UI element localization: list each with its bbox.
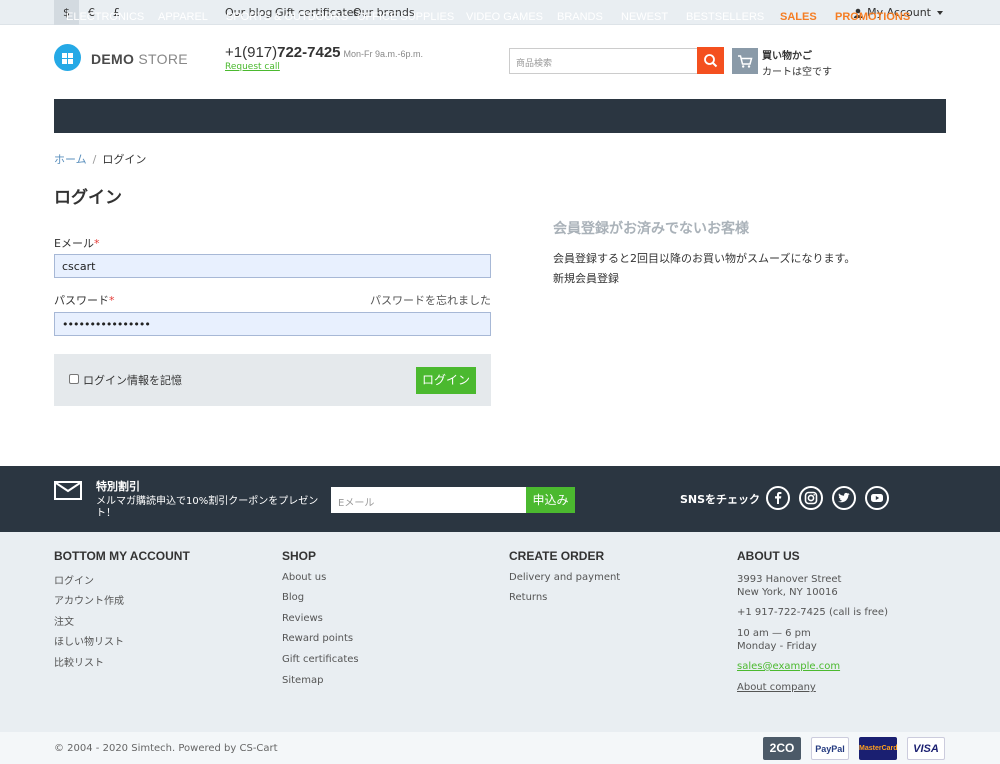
footer-link-gift-certificates[interactable]: Gift certificates xyxy=(282,654,359,665)
footer-link-reviews[interactable]: Reviews xyxy=(282,613,323,624)
breadcrumb-home[interactable]: ホーム xyxy=(54,153,87,166)
register-description: 会員登録すると2回目以降のお買い物がスムーズになります。 xyxy=(553,252,856,265)
twitter-icon[interactable] xyxy=(832,486,856,510)
footer-link-login[interactable]: ログイン xyxy=(54,572,94,587)
search-input[interactable]: 商品検索 xyxy=(509,48,697,74)
2co-payment-icon: 2CO xyxy=(763,737,801,760)
nav-item-bestsellers[interactable]: BESTSELLERS xyxy=(686,11,764,23)
mastercard-payment-icon: MasterCard xyxy=(859,737,898,760)
nav-item-promotions[interactable]: PROMOTIONS xyxy=(835,11,910,23)
nav-item-sports-outdoors[interactable]: SPORTS & OUTDOORS xyxy=(226,11,348,23)
footer-hours-days: Monday - Friday xyxy=(737,641,817,652)
main-nav xyxy=(54,99,946,133)
footer-account-title: BOTTOM MY ACCOUNT xyxy=(54,549,190,563)
phone-number: +1(917)722-7425 Mon-Fr 9a.m.-6p.m. xyxy=(225,44,424,61)
newsletter-email-input[interactable]: Eメール xyxy=(331,487,526,513)
footer-create-order-title: CREATE ORDER xyxy=(509,549,605,563)
register-title: 会員登録がお済みでないお客様 xyxy=(553,221,749,237)
footer-email-link[interactable]: sales@example.com xyxy=(737,661,840,672)
search-button[interactable] xyxy=(697,47,724,74)
nav-item-electronics[interactable]: ELECTRONICS xyxy=(66,11,144,23)
password-label: パスワード* xyxy=(54,294,115,307)
login-button[interactable]: ログイン xyxy=(416,367,476,394)
nav-item-brands[interactable]: BRANDS xyxy=(557,11,603,23)
footer-link-sitemap[interactable]: Sitemap xyxy=(282,675,323,686)
footer-link-wishlist[interactable]: ほしい物リスト xyxy=(54,633,124,648)
footer-link-create-account[interactable]: アカウント作成 xyxy=(54,592,124,607)
copyright: © 2004 - 2020 Simtech. Powered by CS-Car… xyxy=(54,743,278,754)
register-link[interactable]: 新規会員登録 xyxy=(553,270,619,286)
cart-title[interactable]: 買い物かご xyxy=(762,47,812,62)
breadcrumb: ホーム / ログイン xyxy=(54,153,147,166)
footer-link-compare[interactable]: 比較リスト xyxy=(54,654,104,669)
footer-about-title: ABOUT US xyxy=(737,549,800,563)
forgot-password-link[interactable]: パスワードを忘れました xyxy=(370,292,491,308)
footer-link-about-us[interactable]: About us xyxy=(282,572,326,583)
subscribe-button[interactable]: 申込み xyxy=(526,487,575,513)
cart-icon[interactable] xyxy=(732,48,758,74)
visa-payment-icon: VISA xyxy=(907,737,945,760)
request-call-link[interactable]: Request call xyxy=(225,62,280,72)
logo-icon[interactable] xyxy=(54,44,81,71)
footer-address-line1: 3993 Hanover Street xyxy=(737,574,842,585)
instagram-icon[interactable] xyxy=(799,486,823,510)
nav-item-office-supplies[interactable]: OFFICE SUPPLIES xyxy=(357,11,454,23)
footer-about-company-link[interactable]: About company xyxy=(737,682,816,693)
footer-link-returns[interactable]: Returns xyxy=(509,592,547,603)
footer-link-delivery[interactable]: Delivery and payment xyxy=(509,572,620,583)
nav-item-newest[interactable]: NEWEST xyxy=(621,11,668,23)
remember-label[interactable]: ログイン情報を記憶 xyxy=(83,372,182,388)
footer-link-reward-points[interactable]: Reward points xyxy=(282,633,353,644)
chevron-down-icon xyxy=(937,10,943,15)
footer-link-blog[interactable]: Blog xyxy=(282,592,304,603)
search-icon xyxy=(704,54,718,68)
nav-item-sales[interactable]: SALES xyxy=(780,11,817,23)
page-title: ログイン xyxy=(54,188,122,208)
nav-item-video-games[interactable]: VIDEO GAMES xyxy=(466,11,543,23)
logo-text[interactable]: DEMO STORE xyxy=(91,51,188,67)
footer-hours-time: 10 am — 6 pm xyxy=(737,628,811,639)
email-label: Eメール* xyxy=(54,237,100,250)
password-field[interactable]: •••••••••••••••• xyxy=(54,312,491,336)
newsletter-title: 特別割引 xyxy=(96,480,140,493)
facebook-icon[interactable] xyxy=(766,486,790,510)
footer-shop-title: SHOP xyxy=(282,549,317,563)
youtube-icon[interactable] xyxy=(865,486,889,510)
nav-item-apparel[interactable]: APPAREL xyxy=(158,11,208,23)
footer-address-line2: New York, NY 10016 xyxy=(737,587,838,598)
mail-icon xyxy=(54,481,82,500)
email-field[interactable]: cscart xyxy=(54,254,491,278)
footer-link-orders[interactable]: 注文 xyxy=(54,613,74,628)
remember-checkbox[interactable] xyxy=(69,374,79,384)
footer-phone: +1 917-722-7425 (call is free) xyxy=(737,607,888,618)
newsletter-subtitle: メルマガ購読申込で10%割引クーポンをプレゼント！ xyxy=(96,496,319,519)
cart-status: カートは空です xyxy=(762,67,832,78)
sns-label: SNSをチェック xyxy=(680,493,761,506)
paypal-payment-icon: PayPal xyxy=(811,737,849,760)
breadcrumb-current: ログイン xyxy=(102,153,147,166)
